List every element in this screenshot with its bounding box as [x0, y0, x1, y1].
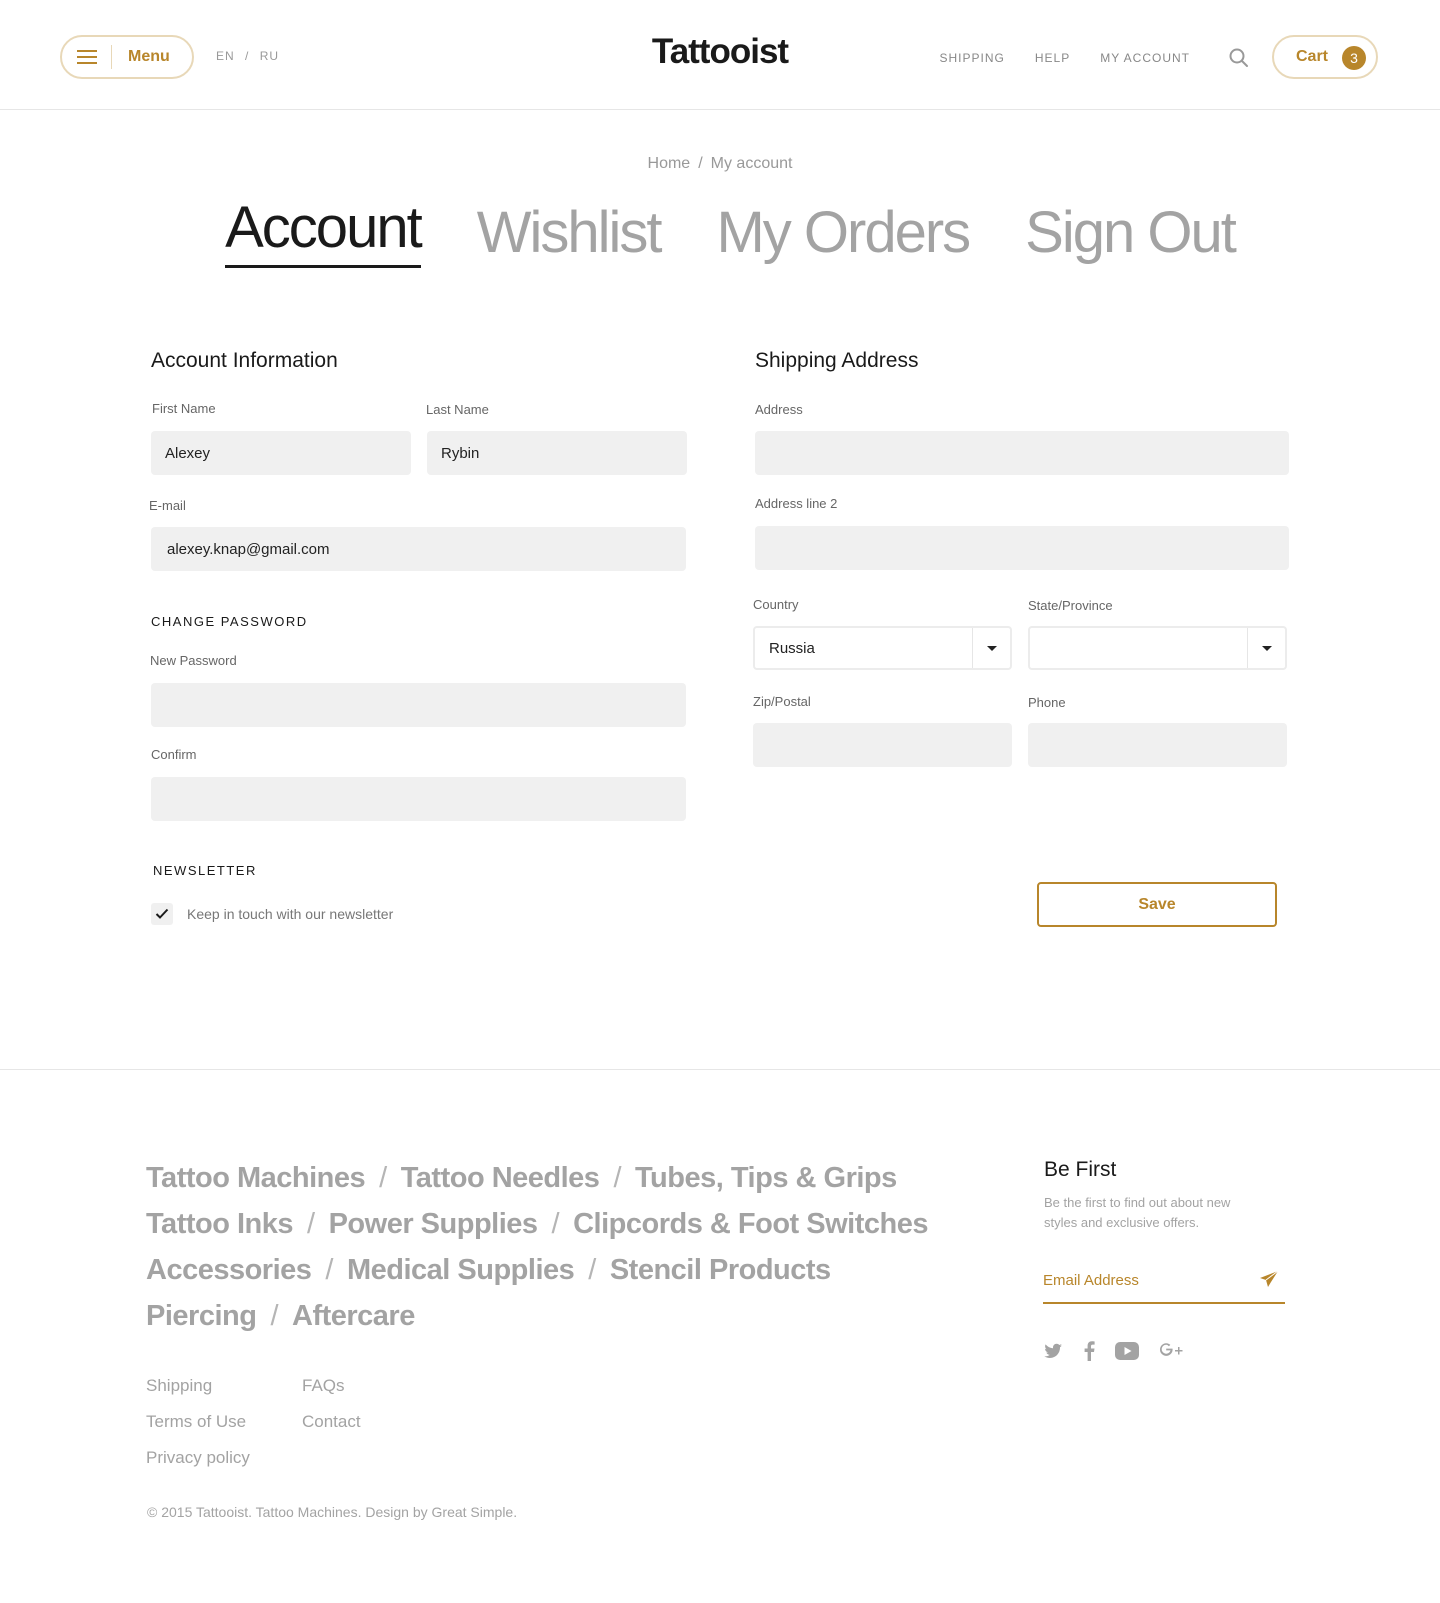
footer-divider	[0, 1069, 1440, 1070]
be-first-text: Be the first to find out about new style…	[1044, 1195, 1231, 1230]
state-label: State/Province	[1028, 598, 1113, 613]
category-separator: /	[270, 1300, 278, 1332]
category-link[interactable]: Accessories	[146, 1254, 312, 1286]
category-separator: /	[307, 1208, 315, 1240]
category-row: Tattoo Machines / Tattoo Needles / Tubes, Ti…	[146, 1155, 946, 1201]
country-select[interactable]: Russia	[753, 626, 1012, 670]
menu-button[interactable]: Menu	[60, 35, 194, 79]
address-field[interactable]	[755, 431, 1289, 475]
category-separator: /	[613, 1162, 621, 1194]
cart-count-badge: 3	[1342, 46, 1366, 70]
newsletter-signup	[1043, 1262, 1285, 1304]
country-label: Country	[753, 597, 799, 612]
newsletter-email-input[interactable]	[1043, 1262, 1243, 1298]
category-separator: /	[379, 1162, 387, 1194]
lang-en-link[interactable]: EN	[216, 49, 235, 63]
category-separator: /	[588, 1254, 596, 1286]
category-link[interactable]: Tubes, Tips & Grips	[635, 1162, 897, 1194]
category-link[interactable]: Stencil Products	[610, 1254, 831, 1286]
account-info-title: Account Information	[151, 349, 338, 372]
email-field[interactable]	[151, 527, 686, 571]
address-label: Address	[755, 402, 803, 417]
shipping-address-title: Shipping Address	[755, 349, 919, 372]
category-link[interactable]: Medical Supplies	[347, 1254, 575, 1286]
copyright: © 2015 Tattooist. Tattoo Machines. Desig…	[147, 1504, 518, 1520]
category-link[interactable]: Piercing	[146, 1300, 257, 1332]
breadcrumb-current: My account	[710, 155, 793, 172]
save-button[interactable]: Save	[1037, 882, 1277, 927]
confirm-password-field[interactable]	[151, 777, 686, 821]
first-name-label: First Name	[152, 401, 216, 416]
category-row: Accessories / Medical Supplies / Stencil Pro…	[146, 1247, 946, 1293]
category-link[interactable]: Tattoo Machines	[146, 1162, 366, 1194]
breadcrumb-home-link[interactable]: Home	[648, 155, 691, 172]
category-link[interactable]: Tattoo Inks	[146, 1208, 294, 1240]
address-line2-label: Address line 2	[755, 496, 838, 511]
send-icon[interactable]	[1259, 1270, 1279, 1293]
last-name-label: Last Name	[426, 402, 489, 417]
checkmark-icon	[155, 908, 169, 919]
footer-link-terms[interactable]: Terms of Use	[146, 1412, 246, 1432]
nav-shipping-link[interactable]: SHIPPING	[939, 51, 1004, 65]
category-row: Tattoo Inks / Power Supplies / Clipcords & F…	[146, 1201, 946, 1247]
new-password-field[interactable]	[151, 683, 686, 727]
cart-button[interactable]: Cart 3	[1272, 35, 1378, 79]
nav-help-link[interactable]: HELP	[1035, 51, 1070, 65]
confirm-password-label: Confirm	[151, 747, 197, 762]
footer-link-privacy[interactable]: Privacy policy	[146, 1448, 250, 1468]
phone-label: Phone	[1028, 695, 1066, 710]
search-icon[interactable]	[1228, 47, 1250, 69]
youtube-icon[interactable]	[1115, 1342, 1139, 1360]
site-logo[interactable]: Tattooist	[652, 32, 789, 71]
category-link[interactable]: Tattoo Needles	[401, 1162, 600, 1194]
state-select[interactable]	[1028, 626, 1287, 670]
footer-link-contact[interactable]: Contact	[302, 1412, 361, 1432]
footer-categories: Tattoo Machines / Tattoo Needles / Tubes, Ti…	[146, 1155, 946, 1339]
tab-account[interactable]: Account	[225, 198, 423, 268]
lang-separator: /	[245, 49, 250, 63]
zip-label: Zip/Postal	[753, 694, 811, 709]
nav-my-account-link[interactable]: MY ACCOUNT	[1100, 51, 1190, 65]
site-header: Menu EN / RU Tattooist SHIPPING HELP MY …	[0, 0, 1440, 110]
newsletter-checkbox[interactable]	[151, 903, 173, 925]
language-switcher: EN / RU	[216, 49, 279, 63]
hamburger-icon	[62, 45, 112, 69]
country-select-value: Russia	[769, 639, 815, 657]
category-link[interactable]: Aftercare	[292, 1300, 415, 1332]
newsletter-checkbox-label[interactable]: Keep in touch with our newsletter	[187, 906, 393, 922]
breadcrumb: Home / My account	[0, 155, 1440, 173]
chevron-down-icon	[1247, 628, 1285, 668]
lang-ru-link[interactable]: RU	[260, 49, 279, 63]
top-nav: SHIPPING HELP MY ACCOUNT	[939, 51, 1190, 65]
email-label: E-mail	[149, 498, 186, 513]
footer-link-faqs[interactable]: FAQs	[302, 1376, 345, 1396]
facebook-icon[interactable]	[1083, 1341, 1095, 1361]
google-plus-icon[interactable]	[1159, 1341, 1183, 1361]
category-link[interactable]: Clipcords & Foot Switches	[573, 1208, 928, 1240]
zip-field[interactable]	[753, 723, 1012, 767]
address-line2-field[interactable]	[755, 526, 1289, 570]
breadcrumb-separator: /	[698, 155, 703, 172]
footer-link-shipping[interactable]: Shipping	[146, 1376, 212, 1396]
account-tabs: Account Wishlist My Orders Sign Out	[0, 198, 1440, 268]
category-separator: /	[325, 1254, 333, 1286]
tab-wishlist[interactable]: Wishlist	[477, 198, 663, 268]
chevron-down-icon	[972, 628, 1010, 668]
be-first-title: Be First	[1044, 1158, 1117, 1181]
menu-label: Menu	[128, 48, 170, 65]
new-password-label: New Password	[150, 653, 237, 668]
tab-my-orders[interactable]: My Orders	[716, 198, 971, 268]
category-link[interactable]: Power Supplies	[329, 1208, 538, 1240]
first-name-field[interactable]	[151, 431, 411, 475]
change-password-title: CHANGE PASSWORD	[151, 614, 308, 629]
twitter-icon[interactable]	[1043, 1343, 1063, 1360]
category-separator: /	[551, 1208, 560, 1240]
social-links	[1043, 1341, 1183, 1361]
phone-field[interactable]	[1028, 723, 1287, 767]
category-row: Piercing / Aftercare	[146, 1293, 946, 1339]
last-name-field[interactable]	[427, 431, 687, 475]
tab-sign-out[interactable]: Sign Out	[1025, 198, 1237, 268]
newsletter-title: NEWSLETTER	[153, 863, 257, 878]
cart-label: Cart	[1296, 48, 1329, 65]
